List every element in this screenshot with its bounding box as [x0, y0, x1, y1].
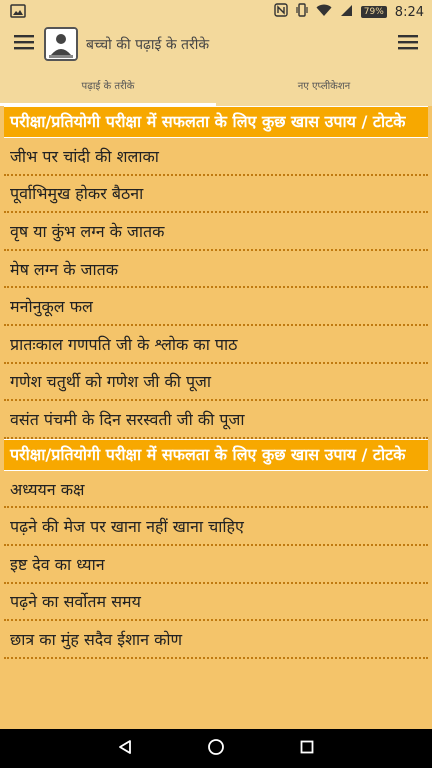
list-item[interactable]: प्रातःकाल गणपति जी के श्लोक का पाठ	[4, 326, 428, 364]
image-icon	[10, 3, 26, 22]
content-list[interactable]: परीक्षा/प्रतियोगी परीक्षा में सफलता के ल…	[0, 106, 432, 729]
list-item[interactable]: पूर्वाभिमुख होकर बैठना	[4, 176, 428, 214]
hamburger-icon	[14, 34, 34, 54]
section-header: परीक्षा/प्रतियोगी परीक्षा में सफलता के ल…	[4, 438, 428, 471]
list-item[interactable]: वृष या कुंभ लग्न के जातक	[4, 213, 428, 251]
section-header: परीक्षा/प्रतियोगी परीक्षा में सफलता के ल…	[4, 106, 428, 138]
list-item[interactable]: वसंत पंचमी के दिन सरस्वती जी की पूजा	[4, 401, 428, 439]
system-nav-bar	[0, 729, 432, 768]
list-item[interactable]: जीभ पर चांदी की शलाका	[4, 138, 428, 176]
battery-icon: 79%	[360, 6, 387, 18]
tab-label: पढ़ाई के तरीके	[81, 81, 135, 92]
overflow-menu-button[interactable]	[384, 24, 432, 64]
tab-bar: पढ़ाई के तरीके नए एप्लीकेशन	[0, 64, 432, 106]
list-item[interactable]: गणेश चतुर्थी को गणेश जी की पूजा	[4, 364, 428, 402]
hamburger-icon	[398, 34, 418, 54]
list-item[interactable]: पढ़ने की मेज पर खाना नहीं खाना चाहिए	[4, 508, 428, 546]
back-button[interactable]	[105, 729, 145, 768]
tab-label: नए एप्लीकेशन	[297, 81, 351, 92]
signal-icon	[340, 4, 353, 21]
recents-icon	[300, 739, 314, 758]
list-item[interactable]: पढ़ने का सर्वोतम समय	[4, 584, 428, 622]
app-title: बच्चो की पढ़ाई के तरीके	[86, 36, 210, 53]
battery-badge: 79%	[360, 6, 387, 18]
list-item[interactable]: इष्ट देव का ध्यान	[4, 546, 428, 584]
wifi-icon	[316, 4, 332, 21]
back-icon	[117, 739, 133, 759]
home-icon	[207, 738, 225, 760]
menu-button[interactable]	[0, 24, 48, 64]
nfc-icon	[274, 3, 288, 21]
clock: 8:24	[394, 4, 424, 20]
list-item[interactable]: मेष लग्न के जातक	[4, 251, 428, 289]
recents-button[interactable]	[287, 729, 327, 768]
app-bar: बच्चो की पढ़ाई के तरीके	[0, 24, 432, 64]
list-item[interactable]: मनोनुकूल फल	[4, 288, 428, 326]
list-item[interactable]: अध्ययन कक्ष	[4, 471, 428, 509]
vibrate-icon	[296, 3, 308, 21]
list-item[interactable]: छात्र का मुंह सदैव ईशान कोण	[4, 621, 428, 659]
app-logo	[44, 27, 78, 61]
status-bar: 79% 8:24	[0, 0, 432, 24]
tab-study-methods[interactable]: पढ़ाई के तरीके	[0, 64, 216, 106]
home-button[interactable]	[196, 729, 236, 768]
tab-new-applications[interactable]: नए एप्लीकेशन	[216, 64, 432, 106]
